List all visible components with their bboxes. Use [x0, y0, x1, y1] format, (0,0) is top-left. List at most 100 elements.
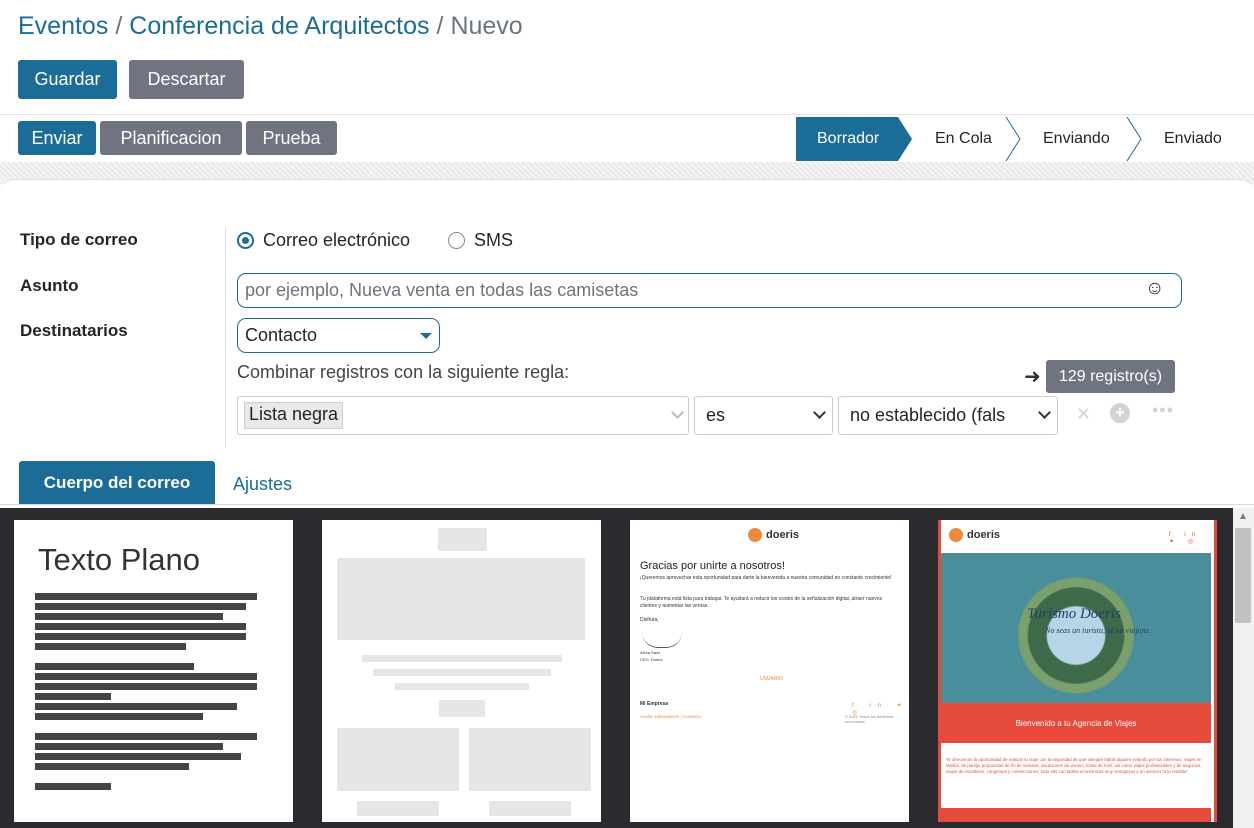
breadcrumb-current: Nuevo	[450, 12, 523, 40]
mail-type-label: Tipo de correo	[20, 230, 138, 249]
text-line	[35, 763, 189, 770]
breadcrumb-separator: /	[115, 12, 123, 40]
social-icons: f in ✦ ◎	[1169, 532, 1202, 545]
more-options-icon[interactable]: •••	[1152, 400, 1174, 421]
logo-text: doeris	[766, 529, 800, 541]
placeholder-button	[489, 801, 571, 816]
caret-down-icon	[420, 333, 432, 339]
rule-value-select[interactable]: no establecido (fals	[838, 396, 1058, 435]
records-count-button[interactable]: 129 registro(s)	[1046, 360, 1175, 393]
text-line	[35, 593, 257, 600]
tab-mail-body[interactable]: Cuerpo del correo	[19, 461, 215, 504]
arrow-right-icon: ➜	[1024, 366, 1041, 388]
add-rule-icon[interactable]: +	[1110, 403, 1130, 423]
scroll-up-icon[interactable]: ▲	[1238, 511, 1248, 522]
travel-banner: Bienvenido a tu Agencia de Viajes	[941, 703, 1211, 743]
radio-sms-label: SMS	[474, 230, 514, 250]
rule-field-chip: Lista negra	[244, 402, 344, 429]
text-line	[35, 753, 241, 760]
status-bar: Borrador En Cola Enviando Enviado	[796, 117, 1254, 161]
copyright: © 2022 Todos los derechos reservados	[845, 714, 894, 724]
recipients-select[interactable]: Contacto	[237, 318, 440, 353]
scrollbar-thumb[interactable]	[1235, 528, 1251, 623]
radio-email[interactable]: Correo electrónico	[237, 230, 410, 251]
tab-underline	[0, 504, 1254, 505]
label-separator	[225, 228, 226, 448]
placeholder-hero	[337, 558, 585, 640]
test-button[interactable]: Prueba	[246, 121, 337, 155]
subject-label: Asunto	[20, 276, 79, 295]
travel-tagline: No seas un turista, sé un viajero.	[1045, 626, 1151, 635]
send-button[interactable]: Enviar	[18, 121, 96, 155]
welcome-heading: Gracias por unirte a nosotros!	[640, 560, 785, 572]
text-line	[35, 693, 111, 700]
divider	[0, 114, 1254, 115]
rule-operator-select[interactable]: es	[694, 396, 833, 435]
remove-rule-icon[interactable]: ✕	[1076, 404, 1091, 425]
rule-field-select[interactable]: Lista negra	[237, 396, 689, 435]
radio-sms[interactable]: SMS	[448, 230, 513, 251]
rule-operator-value: es	[706, 405, 726, 425]
emoji-icon[interactable]: ☺	[1145, 278, 1164, 300]
template-plain-title: Texto Plano	[38, 542, 200, 577]
status-step-enviado[interactable]: Enviado	[1164, 117, 1222, 161]
text-line	[35, 603, 246, 610]
welcome-paragraph: ¡Queremos aprovechar esta oportunidad pa…	[640, 575, 892, 581]
text-line	[35, 683, 257, 690]
breadcrumb: Eventos / Conferencia de Arquitectos / Nuevo	[18, 12, 523, 41]
text-line	[35, 633, 246, 640]
text-line	[35, 673, 257, 680]
logo-icon	[748, 528, 762, 542]
placeholder-button	[439, 700, 485, 717]
company-name: Mi Empresa	[640, 701, 669, 707]
welcome-paragraph: Tu plataforma está lista para trabajar. …	[640, 596, 883, 609]
breadcrumb-eventos[interactable]: Eventos	[18, 12, 108, 40]
logo-text: doeris	[967, 529, 1001, 541]
template-travel[interactable]: doeris f in ✦ ◎ Turismo Doeris No seas u…	[938, 520, 1217, 822]
discard-button[interactable]: Descartar	[129, 60, 244, 99]
signature-icon	[642, 632, 682, 648]
form-sheet	[0, 179, 1254, 509]
text-line	[35, 643, 186, 650]
placeholder-logo	[438, 528, 487, 551]
text-line	[35, 743, 223, 750]
subject-input[interactable]: por ejemplo, Nueva venta en todas las ca…	[237, 273, 1182, 308]
breadcrumb-separator: /	[436, 12, 444, 40]
text-line	[35, 783, 111, 790]
tab-settings[interactable]: Ajustes	[233, 474, 292, 495]
status-step-en-cola[interactable]: En Cola	[935, 117, 992, 161]
schedule-button[interactable]: Planificacion	[100, 121, 242, 155]
user-link: USUARIO	[760, 676, 783, 682]
footer-links: Anular subscripción | Contacto	[640, 714, 701, 719]
breadcrumb-conference[interactable]: Conferencia de Arquitectos	[129, 12, 429, 40]
radio-checked-icon	[237, 232, 254, 249]
welcome-paragraph: Disfruta,	[640, 617, 659, 623]
travel-text: Te ofrecemos la oportunidad de realizar …	[946, 757, 1202, 774]
template-plain-text[interactable]: Texto Plano	[14, 520, 293, 822]
text-line	[35, 713, 203, 720]
travel-footer-band	[941, 808, 1211, 822]
chevron-down-icon	[1038, 406, 1051, 419]
save-button[interactable]: Guardar	[18, 60, 117, 99]
text-line	[35, 733, 257, 740]
placeholder-button	[357, 801, 439, 816]
rule-value: no establecido (fals	[850, 405, 1006, 425]
placeholder-column	[337, 728, 459, 791]
chevron-down-icon	[813, 406, 826, 419]
chevron-down-icon	[671, 406, 684, 419]
radio-email-label: Correo electrónico	[263, 230, 411, 250]
placeholder-line	[362, 655, 562, 662]
text-line	[35, 703, 237, 710]
placeholder-column	[469, 728, 591, 791]
template-welcome[interactable]: doeris Gracias por unirte a nosotros! ¡Q…	[630, 520, 909, 822]
status-step-borrador[interactable]: Borrador	[817, 117, 879, 161]
text-line	[35, 623, 246, 630]
placeholder-line	[395, 683, 529, 690]
travel-brand: Turismo Doeris	[1027, 606, 1121, 622]
recipients-label: Destinatarios	[20, 321, 128, 340]
template-logo: doeris	[748, 528, 799, 542]
text-line	[35, 663, 194, 670]
template-layout-placeholder[interactable]	[322, 520, 601, 822]
logo-icon	[949, 528, 963, 542]
status-step-enviando[interactable]: Enviando	[1043, 117, 1110, 161]
